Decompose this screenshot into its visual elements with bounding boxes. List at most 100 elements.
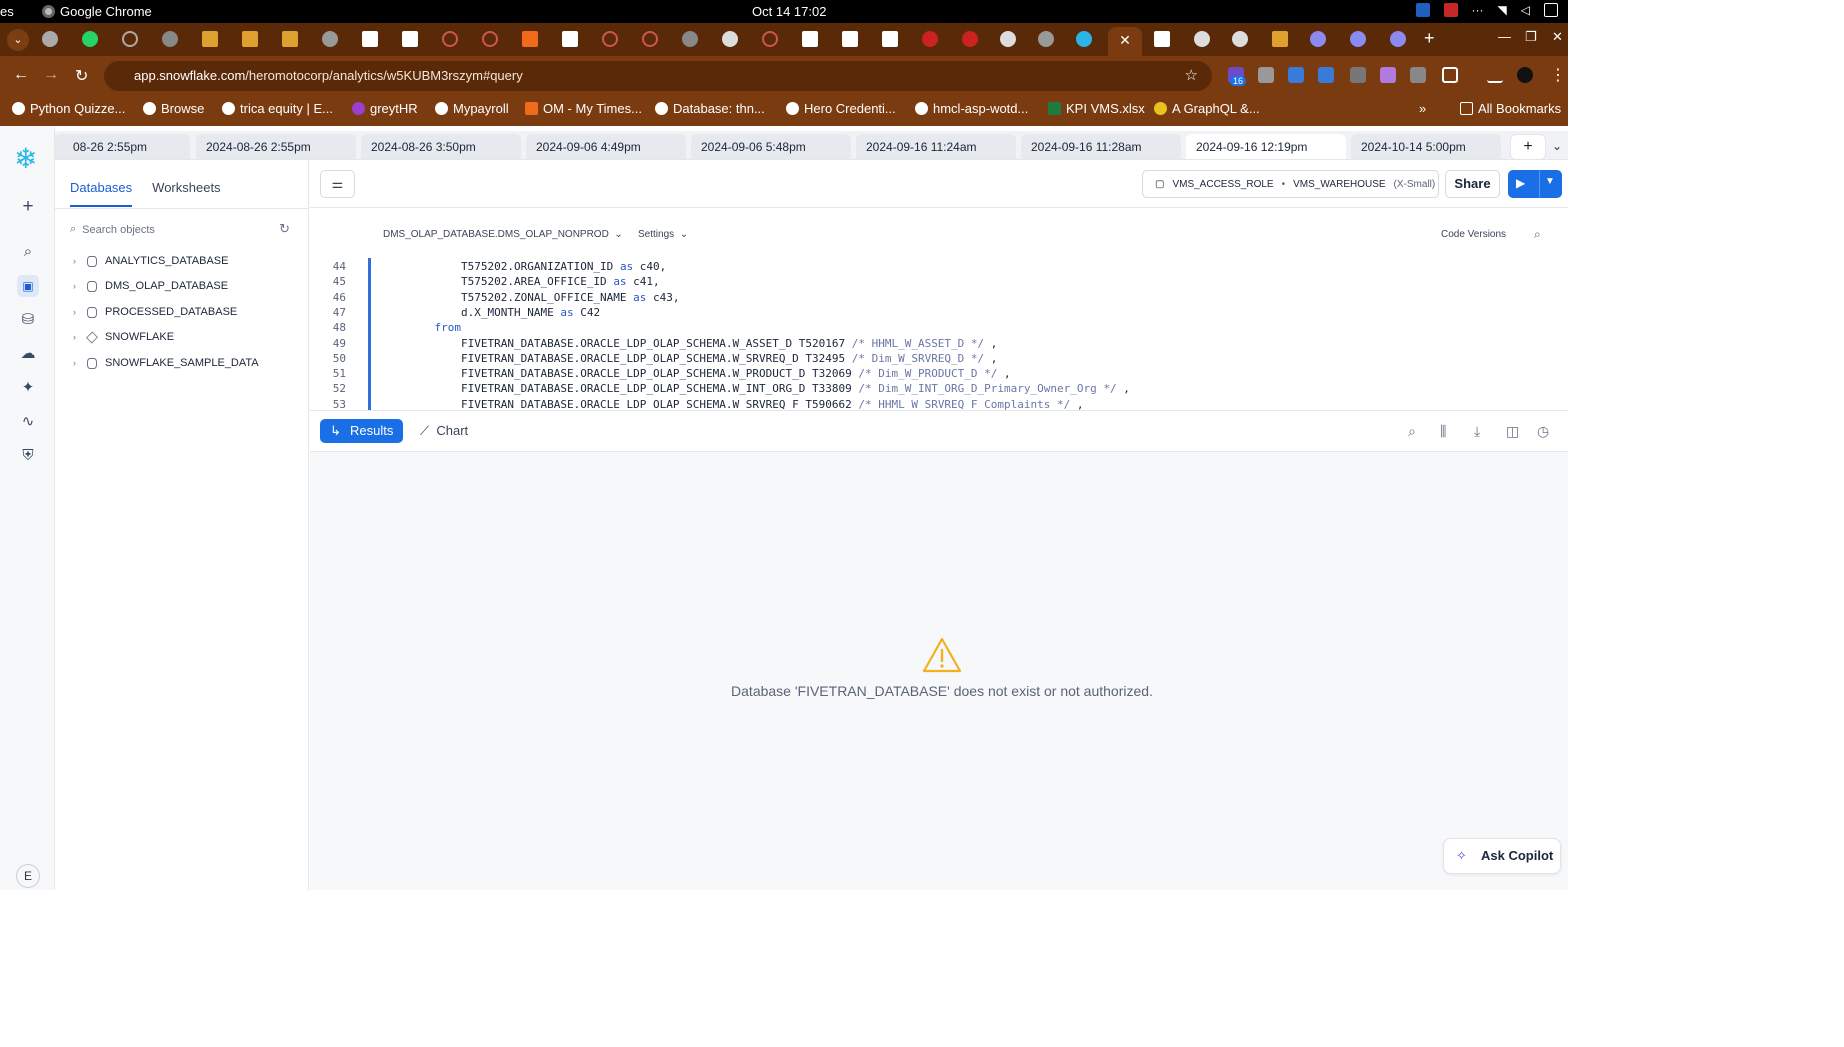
os-tray[interactable]: ··· ◥ ◁	[1415, 3, 1558, 17]
search-icon[interactable]: ⌕	[17, 241, 39, 263]
search-icon[interactable]: ⌕	[1408, 423, 1416, 440]
wifi-icon[interactable]: ◥	[1498, 3, 1507, 17]
os-app-menu[interactable]: Google Chrome	[42, 4, 152, 19]
tab-worksheets[interactable]: Worksheets	[152, 180, 220, 207]
active-tab-close-icon[interactable]: ✕	[1108, 27, 1142, 56]
worksheet-tab[interactable]: 2024-10-14 5:00pm	[1351, 134, 1501, 159]
os-activities-label[interactable]: es	[0, 4, 14, 19]
chevron-right-icon[interactable]: ›	[73, 307, 79, 317]
history-clock-icon[interactable]: ◷	[1537, 423, 1549, 440]
outlook-tray-icon[interactable]	[1415, 3, 1430, 17]
add-worksheet-button[interactable]: +	[1510, 134, 1546, 159]
tab-favicon[interactable]	[1390, 31, 1406, 47]
database-item[interactable]: › SNOWFLAKE	[73, 331, 174, 343]
code-line[interactable]: 44 T575202.ORGANIZATION_ID as c40,	[310, 260, 667, 275]
chevron-right-icon[interactable]: ›	[73, 332, 79, 342]
search-objects-input[interactable]: ⌕ Search objects	[70, 223, 155, 236]
extension-icon[interactable]	[1288, 67, 1304, 83]
extension-icon[interactable]	[1410, 67, 1426, 83]
tab-favicon[interactable]	[122, 31, 138, 47]
code-line[interactable]: 48 from	[310, 321, 461, 336]
address-bar[interactable]: app.snowflake.com/heromotocorp/analytics…	[104, 61, 1212, 91]
new-tab-icon[interactable]: +	[1424, 28, 1435, 49]
run-button[interactable]: ▶ ▼	[1508, 170, 1562, 198]
more-bookmarks-button[interactable]: »	[1419, 101, 1426, 116]
filters-icon[interactable]: ⚌	[320, 170, 355, 198]
tab-favicon[interactable]	[882, 31, 898, 47]
database-schema-selector[interactable]: DMS_OLAP_DATABASE.DMS_OLAP_NONPROD ⌄	[383, 229, 623, 240]
os-clock[interactable]: Oct 14 17:02	[752, 4, 826, 19]
tab-favicon[interactable]	[962, 31, 978, 47]
tab-favicon[interactable]	[322, 31, 338, 47]
tab-favicon[interactable]	[682, 31, 698, 47]
worksheet-tab[interactable]: 2024-08-26 2:55pm	[196, 134, 356, 159]
bookmark-item[interactable]: Browse	[143, 101, 204, 116]
database-item[interactable]: › ANALYTICS_DATABASE	[73, 255, 228, 267]
tab-favicon[interactable]	[1038, 31, 1054, 47]
worksheet-tab-active[interactable]: 2024-09-16 12:19pm	[1186, 134, 1346, 159]
tab-favicon[interactable]	[1194, 31, 1210, 47]
teams-tray-icon[interactable]	[1443, 3, 1458, 17]
tab-favicon[interactable]	[242, 31, 258, 47]
bookmark-item[interactable]: Database: thn...	[655, 101, 765, 116]
worksheet-tab[interactable]: 2024-09-06 5:48pm	[691, 134, 851, 159]
snowflake-logo-icon[interactable]: ❄	[14, 145, 37, 173]
worksheet-tab[interactable]: 2024-09-16 11:28am	[1021, 134, 1181, 159]
chrome-menu-icon[interactable]: ⋮	[1550, 65, 1566, 85]
tab-favicon[interactable]	[162, 31, 178, 47]
bookmark-item[interactable]: trica equity | E...	[222, 101, 333, 116]
code-line[interactable]: 49 FIVETRAN_DATABASE.ORACLE_LDP_OLAP_SCH…	[310, 337, 998, 352]
tab-favicon[interactable]	[1076, 31, 1092, 47]
tab-favicon[interactable]	[362, 31, 378, 47]
worksheet-tab[interactable]: 08-26 2:55pm	[55, 134, 190, 159]
worksheet-tab[interactable]: 2024-08-26 3:50pm	[361, 134, 521, 159]
all-bookmarks-button[interactable]: All Bookmarks	[1460, 101, 1561, 116]
bookmark-item[interactable]: Python Quizze...	[12, 101, 125, 116]
data-products-icon[interactable]: ☁	[17, 343, 39, 365]
tab-favicon[interactable]	[522, 31, 538, 47]
code-line[interactable]: 45 T575202.AREA_OFFICE_ID as c41,	[310, 275, 660, 290]
window-close-icon[interactable]: ✕	[1552, 29, 1563, 45]
worksheet-tab[interactable]: 2024-09-06 4:49pm	[526, 134, 686, 159]
bookmark-item[interactable]: greytHR	[352, 101, 418, 116]
code-versions-button[interactable]: Code Versions	[1441, 229, 1506, 240]
tab-favicon[interactable]	[842, 31, 858, 47]
bookmark-item[interactable]: OM - My Times...	[525, 101, 642, 116]
database-item[interactable]: › SNOWFLAKE_SAMPLE_DATA	[73, 357, 259, 369]
download-icon[interactable]: ⤓	[1474, 423, 1480, 440]
minimize-icon[interactable]: —	[1498, 29, 1511, 44]
bookmark-item[interactable]: hmcl-asp-wotd...	[915, 101, 1028, 116]
tab-favicon[interactable]	[1000, 31, 1016, 47]
tab-favicon[interactable]	[202, 31, 218, 47]
database-item[interactable]: › PROCESSED_DATABASE	[73, 306, 237, 318]
chevron-right-icon[interactable]: ›	[73, 256, 79, 266]
data-icon[interactable]: ⛁	[17, 309, 39, 331]
more-tray-icon[interactable]: ···	[1472, 3, 1484, 17]
tab-favicon[interactable]	[1232, 31, 1248, 47]
ask-copilot-button[interactable]: ✧ Ask Copilot	[1443, 838, 1561, 874]
code-line[interactable]: 46 T575202.ZONAL_OFFICE_NAME as c43,	[310, 291, 680, 306]
code-line[interactable]: 50 FIVETRAN_DATABASE.ORACLE_LDP_OLAP_SCH…	[310, 352, 998, 367]
maximize-icon[interactable]: ❐	[1525, 29, 1537, 45]
results-button[interactable]: ↳ Results	[320, 419, 403, 443]
monitoring-icon[interactable]: ∿	[17, 411, 39, 433]
role-warehouse-selector[interactable]: ▢ VMS_ACCESS_ROLE • VMS_WAREHOUSE (X-Sma…	[1142, 170, 1439, 198]
tab-favicon[interactable]	[562, 31, 578, 47]
side-panel-icon[interactable]: ◫	[1506, 423, 1519, 440]
battery-icon[interactable]	[1544, 3, 1558, 17]
chevron-right-icon[interactable]: ›	[73, 281, 79, 291]
tab-favicon[interactable]	[1154, 31, 1170, 47]
tab-favicon[interactable]	[722, 31, 738, 47]
tab-favicon[interactable]	[1310, 31, 1326, 47]
create-icon[interactable]: +	[17, 196, 39, 218]
worksheet-tab[interactable]: 2024-09-16 11:24am	[856, 134, 1016, 159]
code-line[interactable]: 53 FIVETRAN_DATABASE.ORACLE_LDP_OLAP_SCH…	[310, 398, 1084, 410]
bookmark-item[interactable]: Hero Credenti...	[786, 101, 896, 116]
extension-icon[interactable]	[1318, 67, 1334, 83]
ai-ml-icon[interactable]: ✦	[17, 377, 39, 399]
database-item[interactable]: › DMS_OLAP_DATABASE	[73, 280, 228, 292]
tab-favicon[interactable]	[802, 31, 818, 47]
back-icon[interactable]: ←	[13, 66, 29, 84]
extensions-puzzle-icon[interactable]	[1442, 67, 1458, 83]
settings-dropdown[interactable]: Settings ⌄	[638, 229, 688, 240]
